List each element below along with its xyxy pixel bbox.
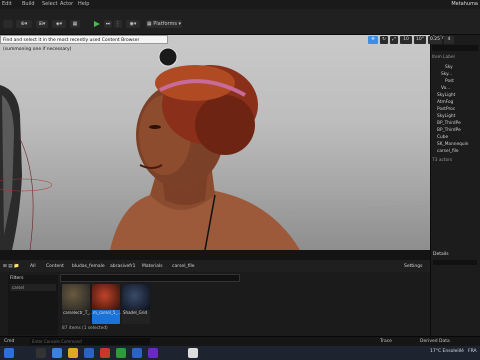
filters-panel: Filters carsel <box>8 275 58 335</box>
chrome-icon[interactable] <box>116 348 126 358</box>
asset-thumbnail <box>62 284 90 310</box>
mode-select-button[interactable]: ⊕▾ <box>16 20 32 28</box>
asset-name: carselectr_T_... <box>63 310 94 315</box>
outliner-row[interactable]: BP_ThirdPe <box>437 128 461 133</box>
item-count: 87 items (1 selected) <box>62 326 108 331</box>
search-icon[interactable] <box>36 348 46 358</box>
filter-item[interactable]: carsel <box>10 284 56 291</box>
asset-tile[interactable]: Shadel_Grid <box>122 284 150 324</box>
breadcrumb-item[interactable]: bludas_female <box>72 264 105 269</box>
breadcrumb-item[interactable]: Content <box>46 264 64 269</box>
breadcrumb-item[interactable]: All <box>30 264 36 269</box>
derived-data-button[interactable]: Derived Data <box>420 339 450 344</box>
outliner-row[interactable]: Post <box>445 79 454 84</box>
menu-help[interactable]: Help <box>78 1 89 7</box>
settings-button[interactable]: Settings <box>404 264 422 269</box>
details-search[interactable] <box>433 260 477 265</box>
sequence-button[interactable]: ▦ <box>70 20 80 28</box>
breadcrumb-item[interactable]: carsel_file <box>172 264 195 269</box>
outliner-row[interactable]: Sky... <box>441 72 452 77</box>
outliner-row[interactable]: PostProc <box>437 107 455 112</box>
outliner-row[interactable]: Vo... <box>441 86 450 91</box>
trace-button[interactable]: Trace <box>380 339 392 344</box>
rotate-icon[interactable]: ↻ <box>380 36 388 44</box>
blueprint-button[interactable]: ◈▾ <box>52 20 66 28</box>
save-icon[interactable] <box>3 20 13 28</box>
asset-name: Shadel_Grid <box>123 310 148 315</box>
outliner-row[interactable]: carsel_file <box>437 149 459 154</box>
scale-snap-button[interactable]: 0.25 <box>428 36 442 44</box>
outliner-row[interactable]: BP_ThirdPe <box>437 121 461 126</box>
details-title: Details <box>433 252 449 257</box>
scale-icon[interactable]: ⤢ <box>390 36 398 44</box>
start-icon[interactable] <box>4 348 14 358</box>
console-input[interactable]: Enter Console Command <box>30 338 150 345</box>
outliner-row[interactable]: SK_Mannequin <box>437 142 469 147</box>
asset-name: m_carsel_5_... <box>93 310 122 315</box>
mail-icon[interactable] <box>84 348 94 358</box>
translate-icon[interactable]: ✥ <box>368 36 378 44</box>
language-indicator[interactable]: FRA <box>468 349 477 354</box>
skip-icon[interactable]: ⏭ <box>104 20 112 28</box>
content-toolbar-icons[interactable]: ⊞ ▤ 📁 <box>3 264 20 269</box>
content-browser-pathbar: ⊞ ▤ 📁 <box>0 260 430 272</box>
outliner-row[interactable]: Sky <box>445 65 453 70</box>
status-bar: Cmd Enter Console Command Trace Derived … <box>0 336 480 346</box>
asset-thumbnail <box>122 284 150 310</box>
outliner-panel: Outliner Item Label Sky Sky... Post Vo..… <box>430 35 480 250</box>
play-icon[interactable] <box>94 21 100 27</box>
menu-edit[interactable]: Edit <box>2 1 12 7</box>
menu-actor[interactable]: Actor <box>60 1 73 7</box>
outliner-row[interactable]: SkyLight <box>437 93 455 98</box>
breadcrumb-item[interactable]: Materials <box>142 264 163 269</box>
outliner-row[interactable]: Cube <box>437 135 448 140</box>
angle-snap-button[interactable]: 10° <box>414 36 426 44</box>
asset-tile[interactable]: carselectr_T_... <box>62 284 94 324</box>
unreal-engine-icon[interactable] <box>188 348 198 358</box>
details-panel: Details <box>430 250 480 336</box>
play-options-icon[interactable]: ⋮ <box>114 20 122 28</box>
cmd-label[interactable]: Cmd <box>4 339 14 344</box>
add-content-button[interactable]: ⊞▾ <box>36 20 48 28</box>
window-title: Metahuma <box>451 1 478 7</box>
outliner-row[interactable]: SkyLight <box>437 114 455 119</box>
camera-speed-button[interactable]: 4 <box>444 36 454 44</box>
asset-thumbnail <box>92 284 120 310</box>
app-icon[interactable] <box>148 348 158 358</box>
outliner-search[interactable] <box>432 45 478 51</box>
breadcrumb-item[interactable]: abrasivefr1 <box>110 264 136 269</box>
app-icon[interactable] <box>100 348 110 358</box>
menu-build[interactable]: Build <box>22 1 35 7</box>
outliner-row[interactable]: AtmFog <box>437 100 453 105</box>
level-viewport[interactable] <box>0 35 430 250</box>
platforms-label: Platforms <box>153 21 177 27</box>
filters-label: Filters <box>10 276 24 281</box>
viewport-render <box>0 47 430 250</box>
content-search-input[interactable] <box>60 274 240 282</box>
grid-snap-button[interactable]: 10 <box>400 36 412 44</box>
weather-text[interactable]: 17°C Ensoleillé <box>430 349 464 354</box>
explorer-icon[interactable] <box>52 348 62 358</box>
asset-tile-selected[interactable]: m_carsel_5_... <box>92 284 122 324</box>
menu-select[interactable]: Select <box>42 1 57 7</box>
menu-bar: Edit Build Select Actor Help Metahuma <box>0 0 480 9</box>
platforms-button[interactable]: ▦ Platforms ▾ <box>146 20 182 28</box>
edge-icon[interactable] <box>132 348 142 358</box>
tooltip: Find and select it in the most recently … <box>0 35 168 52</box>
folder-icon[interactable] <box>68 348 78 358</box>
outliner-column-header: Item Label <box>432 55 455 60</box>
main-toolbar: ⊕▾ ⊞▾ ◈▾ ▦ ⏭ ⋮ ◉▾ ▦ Platforms ▾ <box>0 9 480 35</box>
launch-button[interactable]: ◉▾ <box>126 20 140 28</box>
actors-count: 73 actors <box>432 158 453 163</box>
